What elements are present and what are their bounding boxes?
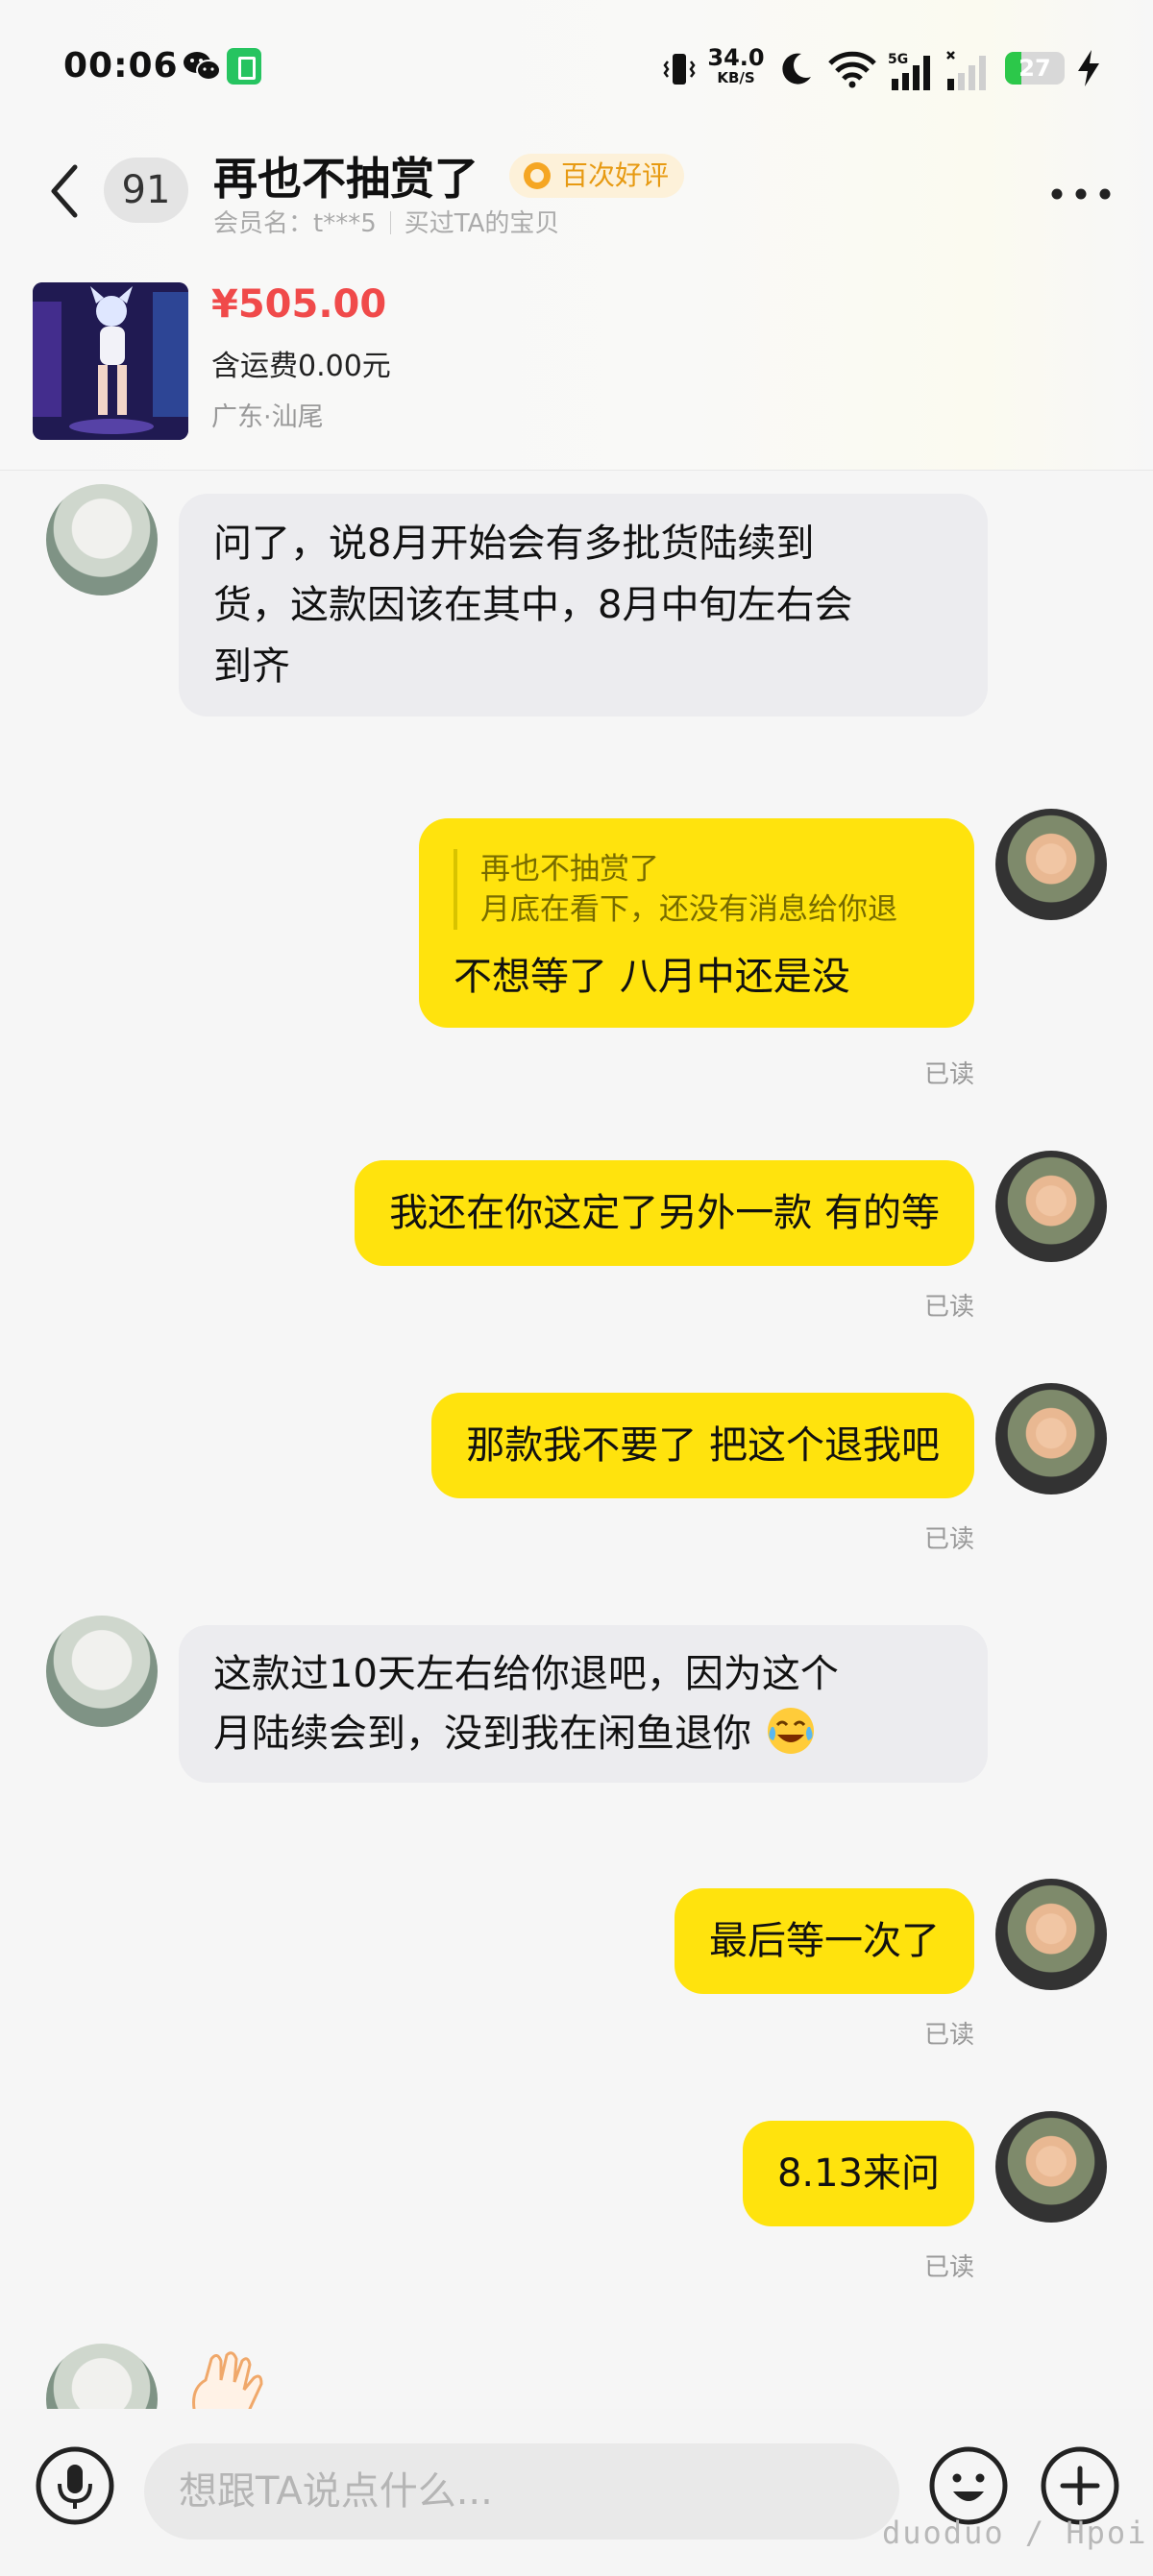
back-arrow-icon[interactable]: [42, 158, 90, 225]
message-bubble-outgoing[interactable]: 8.13来问: [742, 2121, 974, 2226]
wifi-icon: [828, 51, 876, 88]
read-receipt: 已读: [923, 2021, 974, 2050]
message-input[interactable]: [144, 2443, 899, 2540]
status-bar: 00:06 34.0 KB/S 5G 27: [0, 0, 1153, 134]
item-thumbnail[interactable]: [33, 282, 188, 440]
status-time: 00:06: [63, 46, 179, 85]
message-bubble-outgoing[interactable]: 那款我不要了 把这个退我吧: [431, 1393, 974, 1498]
battery-saver-app-icon: [227, 48, 261, 85]
chat-screen: 00:06 34.0 KB/S 5G 27 91 再也不抽赏了 百次好评 会员名…: [0, 0, 1153, 2576]
item-location: 广东·汕尾: [211, 402, 324, 432]
seller-avatar[interactable]: [46, 1616, 158, 1727]
chat-header-area: 00:06 34.0 KB/S 5G 27 91 再也不抽赏了 百次好评 会员名…: [0, 0, 1153, 471]
cellular-signal-5g-icon: 5G: [888, 52, 930, 90]
network-speed: 34.0 KB/S: [707, 46, 765, 85]
chat-nav-bar: 91 再也不抽赏了 百次好评 会员名：t***5 买过TA的宝贝: [0, 134, 1153, 259]
my-avatar[interactable]: [995, 1383, 1107, 1495]
member-name: 会员名：t***5: [213, 209, 377, 238]
medal-icon: [524, 162, 551, 189]
bought-from-seller-link[interactable]: 买过TA的宝贝: [405, 209, 560, 238]
my-avatar[interactable]: [995, 2111, 1107, 2223]
watermark: duoduo / Hpoi: [882, 2515, 1148, 2551]
seller-subline: 会员名：t***5 买过TA的宝贝: [213, 204, 559, 239]
unread-count-badge[interactable]: 91: [104, 158, 188, 223]
item-price: ¥505.00: [211, 282, 387, 327]
item-shipping: 含运费0.00元: [211, 350, 391, 383]
my-avatar[interactable]: [995, 1879, 1107, 1990]
quoted-message-author: 再也不抽赏了: [480, 852, 659, 887]
divider: [389, 211, 391, 234]
more-options-icon[interactable]: [1047, 182, 1115, 206]
charging-bolt-icon: [1078, 50, 1099, 86]
message-bubble-outgoing[interactable]: 再也不抽赏了 月底在看下，还没有消息给你退 不想等了 八月中还是没: [419, 818, 974, 1028]
quoted-message-text: 月底在看下，还没有消息给你退: [480, 892, 897, 927]
message-text: 这款过10天左右给你退吧，因为这个 月陆续会到，没到我在闲鱼退你: [213, 1652, 839, 1756]
wechat-icon: [184, 52, 221, 81]
quoted-message: 再也不抽赏了 月底在看下，还没有消息给你退: [454, 849, 940, 930]
read-receipt: 已读: [923, 1060, 974, 1089]
figure-thumbnail-image: [33, 282, 188, 440]
seller-rating-badge-label: 百次好评: [561, 159, 670, 191]
read-receipt: 已读: [923, 1525, 974, 1554]
voice-input-mic-icon[interactable]: [35, 2445, 115, 2526]
my-avatar[interactable]: [995, 1151, 1107, 1262]
message-bubble-outgoing[interactable]: 我还在你这定了另外一款 有的等: [355, 1160, 974, 1266]
message-bubble-outgoing[interactable]: 最后等一次了: [675, 1888, 974, 1994]
cellular-signal-weak-icon: [946, 51, 986, 90]
battery-indicator: 27: [1005, 52, 1065, 85]
item-card[interactable]: ¥505.00 含运费0.00元 广东·汕尾: [33, 282, 897, 440]
seller-rating-badge[interactable]: 百次好评: [509, 154, 685, 198]
network-speed-unit: KB/S: [717, 69, 755, 86]
chat-title[interactable]: 再也不抽赏了: [213, 144, 478, 207]
do-not-disturb-moon-icon: [782, 53, 811, 85]
tears-of-joy-emoji-icon: [767, 1708, 814, 1754]
message-text: 不想等了 八月中还是没: [454, 955, 850, 999]
network-speed-value: 34.0: [707, 44, 765, 71]
message-bubble-incoming[interactable]: 问了，说8月开始会有多批货陆续到 货，这款因该在其中，8月中旬左右会 到齐: [179, 494, 988, 717]
read-receipt: 已读: [923, 1293, 974, 1322]
vibrate-icon: [663, 54, 696, 85]
my-avatar[interactable]: [995, 809, 1107, 920]
signal-5g-label: 5G: [888, 52, 908, 67]
battery-level: 27: [1018, 55, 1051, 82]
message-bubble-incoming[interactable]: 这款过10天左右给你退吧，因为这个 月陆续会到，没到我在闲鱼退你: [179, 1625, 988, 1783]
seller-avatar[interactable]: [46, 484, 158, 595]
read-receipt: 已读: [923, 2253, 974, 2282]
